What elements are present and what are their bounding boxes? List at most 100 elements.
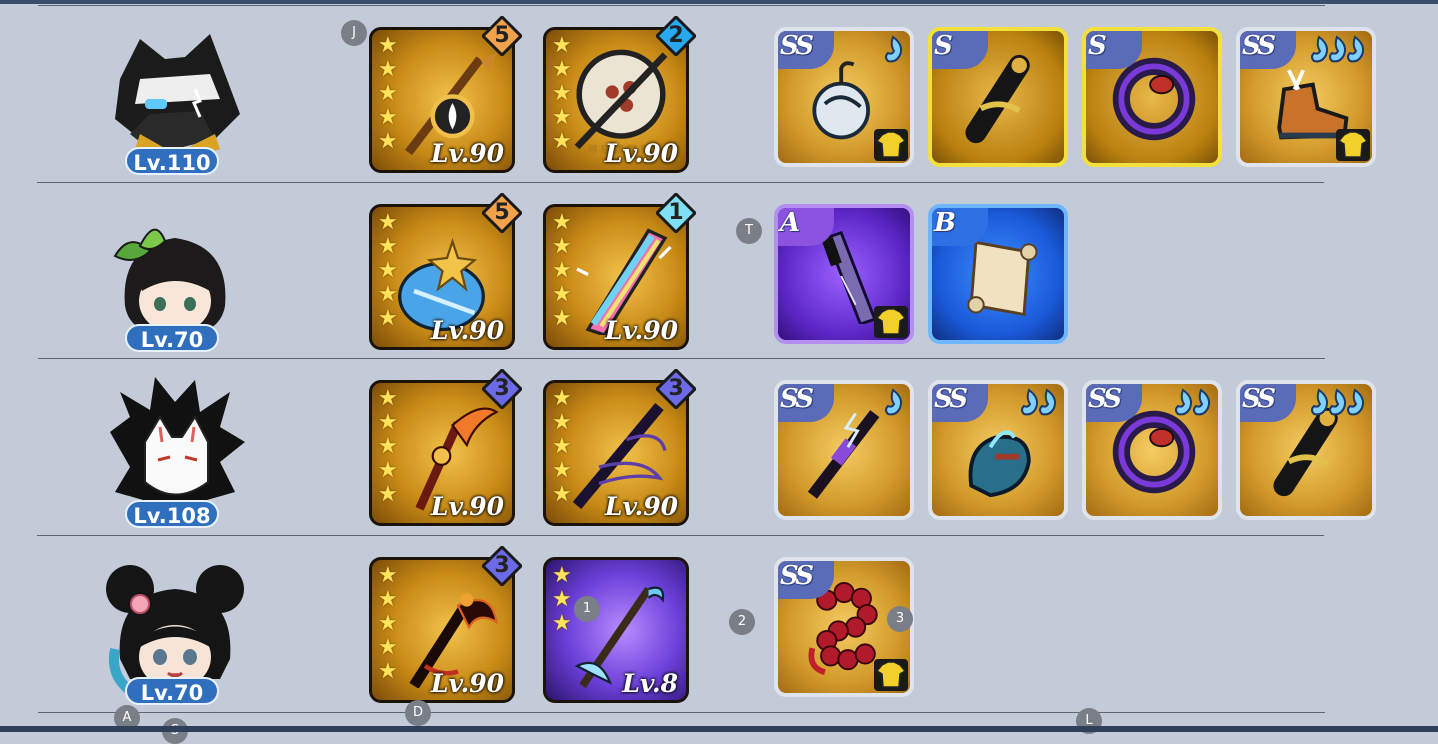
weapon-rank: 2 bbox=[668, 23, 684, 48]
hero-level-badge: Lv.70 bbox=[125, 677, 219, 705]
weapon-rank: 3 bbox=[668, 376, 684, 401]
star-icon: ★ bbox=[552, 234, 572, 259]
star-icon: ★ bbox=[378, 81, 398, 106]
star-icon: ★ bbox=[552, 105, 572, 130]
weapon-level: Lv.8 bbox=[622, 669, 678, 698]
star-icon: ★ bbox=[552, 611, 572, 636]
weapon-level: Lv.90 bbox=[604, 492, 678, 521]
weapon-stars: ★ ★ ★ ★ ★ bbox=[378, 211, 404, 331]
gear-slot[interactable]: SS bbox=[1082, 380, 1222, 520]
hotkey-marker[interactable]: 3 bbox=[887, 606, 913, 632]
star-icon: ★ bbox=[552, 81, 572, 106]
gear-slot[interactable]: SS bbox=[774, 380, 914, 520]
gear-slot[interactable]: A bbox=[774, 204, 914, 344]
hero-level-badge: Lv.70 bbox=[125, 324, 219, 352]
gear-slot[interactable]: S bbox=[1082, 27, 1222, 167]
spirit-flame-icon bbox=[1311, 35, 1329, 63]
weapon-stars: ★ ★ ★ ★ ★ bbox=[552, 34, 578, 154]
gear-grade: SS bbox=[780, 384, 814, 414]
gear-grade: SS bbox=[934, 384, 968, 414]
star-icon: ★ bbox=[552, 282, 572, 307]
weapon-slot[interactable]: ★ ★ ★ ★ ★ Lv.90 2 bbox=[543, 16, 696, 173]
star-icon: ★ bbox=[378, 611, 398, 636]
star-icon: ★ bbox=[378, 386, 398, 411]
shirt-equip-icon bbox=[874, 306, 908, 338]
weapon-rank: 5 bbox=[494, 23, 510, 48]
star-icon: ★ bbox=[378, 587, 398, 612]
star-icon: ★ bbox=[378, 306, 398, 331]
star-icon: ★ bbox=[552, 434, 572, 459]
weapon-rank: 3 bbox=[494, 376, 510, 401]
gear-slot[interactable]: SS bbox=[928, 380, 1068, 520]
star-icon: ★ bbox=[552, 57, 572, 82]
star-icon: ★ bbox=[378, 458, 398, 483]
row-separator bbox=[38, 712, 1325, 713]
hero-row: Lv.70 ★ ★ ★ ★ ★ Lv.90 5 ★ ★ ★ ★ ★ Lv.90 1 A B bbox=[0, 182, 1438, 358]
hotkey-marker[interactable]: 2 bbox=[729, 609, 755, 635]
top-bar bbox=[0, 0, 1438, 4]
weapon-stars: ★ ★ ★ ★ ★ bbox=[552, 387, 578, 507]
star-icon: ★ bbox=[378, 105, 398, 130]
weapon-stars: ★ ★ ★ bbox=[552, 564, 578, 636]
hotkey-marker[interactable]: D bbox=[405, 700, 431, 726]
hotkey-marker[interactable]: 1 bbox=[574, 596, 600, 622]
weapon-rank: 3 bbox=[494, 553, 510, 578]
star-icon: ★ bbox=[378, 482, 398, 507]
weapon-stars: ★ ★ ★ ★ ★ bbox=[378, 387, 404, 507]
gear-slot[interactable]: SS bbox=[1236, 27, 1376, 167]
hotkey-marker[interactable]: J bbox=[341, 20, 367, 46]
weapon-slot[interactable]: ★ ★ ★ Lv.8 bbox=[543, 557, 689, 703]
star-icon: ★ bbox=[552, 458, 572, 483]
hotkey-marker[interactable]: T bbox=[736, 218, 762, 244]
spirit-flame-icon bbox=[885, 35, 903, 63]
weapon-slot[interactable]: ★ ★ ★ ★ ★ Lv.90 5 bbox=[369, 193, 522, 350]
gear-slot[interactable]: S bbox=[928, 27, 1068, 167]
gear-grade: SS bbox=[1242, 31, 1276, 61]
star-icon: ★ bbox=[552, 563, 572, 588]
gear-slot[interactable]: SS bbox=[1236, 380, 1376, 520]
gear-slot[interactable]: B bbox=[928, 204, 1068, 344]
star-icon: ★ bbox=[552, 386, 572, 411]
weapon-level: Lv.90 bbox=[604, 139, 678, 168]
weapon-stars: ★ ★ ★ ★ ★ bbox=[378, 564, 404, 684]
weapon-stars: ★ ★ ★ ★ ★ bbox=[552, 211, 578, 331]
star-icon: ★ bbox=[552, 210, 572, 235]
hero-level-badge: Lv.110 bbox=[125, 147, 219, 175]
shirt-equip-icon bbox=[874, 659, 908, 691]
star-icon: ★ bbox=[378, 659, 398, 684]
hero-level-badge: Lv.108 bbox=[125, 500, 219, 528]
star-icon: ★ bbox=[378, 57, 398, 82]
gear-grade: SS bbox=[780, 31, 814, 61]
weapon-slot[interactable]: ★ ★ ★ ★ ★ Lv.90 1 bbox=[543, 193, 696, 350]
gear-grade: S bbox=[934, 31, 953, 61]
star-icon: ★ bbox=[552, 410, 572, 435]
weapon-level: Lv.90 bbox=[430, 139, 504, 168]
star-icon: ★ bbox=[378, 434, 398, 459]
star-icon: ★ bbox=[378, 33, 398, 58]
weapon-slot[interactable]: ★ ★ ★ ★ ★ Lv.90 3 bbox=[369, 546, 522, 703]
star-icon: ★ bbox=[378, 258, 398, 283]
star-icon: ★ bbox=[378, 563, 398, 588]
weapon-slot[interactable]: ★ ★ ★ ★ ★ Lv.90 3 bbox=[543, 369, 696, 526]
weapon-level: Lv.90 bbox=[604, 316, 678, 345]
spirit-flame-icon bbox=[1311, 388, 1329, 416]
weapon-level: Lv.90 bbox=[430, 669, 504, 698]
hero-row: Lv.70 ★ ★ ★ ★ ★ Lv.90 3 ★ ★ ★ Lv.8 SS bbox=[0, 535, 1438, 711]
gear-grade: SS bbox=[1242, 384, 1276, 414]
weapon-slot[interactable]: ★ ★ ★ ★ ★ Lv.90 5 bbox=[369, 16, 522, 173]
spirit-flame-icon bbox=[1175, 388, 1193, 416]
star-icon: ★ bbox=[552, 306, 572, 331]
weapon-slot[interactable]: ★ ★ ★ ★ ★ Lv.90 3 bbox=[369, 369, 522, 526]
gear-slot[interactable]: SS bbox=[774, 27, 914, 167]
star-icon: ★ bbox=[552, 482, 572, 507]
star-icon: ★ bbox=[378, 129, 398, 154]
gear-grade: SS bbox=[780, 561, 814, 591]
star-icon: ★ bbox=[378, 234, 398, 259]
star-icon: ★ bbox=[378, 282, 398, 307]
star-icon: ★ bbox=[378, 210, 398, 235]
gear-grade: S bbox=[1088, 31, 1107, 61]
spirit-flame-icon bbox=[1021, 388, 1039, 416]
star-icon: ★ bbox=[552, 129, 572, 154]
hero-row: Lv.110 ★ ★ ★ ★ ★ Lv.90 5 ★ ★ ★ ★ ★ Lv.90 2 SS S S SS bbox=[0, 5, 1438, 181]
gear-grade: SS bbox=[1088, 384, 1122, 414]
